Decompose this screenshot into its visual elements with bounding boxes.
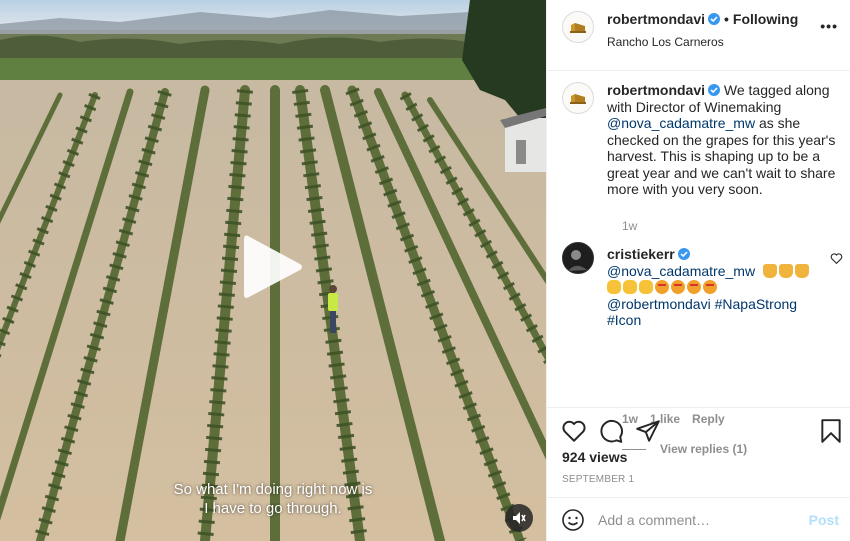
caption-text: robertmondavi We tagged along with Direc… [607, 82, 842, 198]
caption-username[interactable]: robertmondavi [607, 82, 705, 98]
clapping-emoji-icon [623, 280, 637, 295]
comment-input[interactable] [598, 509, 798, 531]
following-button[interactable]: Following [733, 11, 798, 27]
comments-section: robertmondavi We tagged along with Direc… [547, 72, 850, 456]
avatar[interactable] [562, 82, 594, 114]
post-side-panel: robertmondavi • Following Rancho Los Car… [546, 0, 850, 541]
robert-mondavi-logo-icon [570, 94, 586, 104]
subtitle-line: I have to go through. [204, 500, 342, 517]
avatar[interactable] [562, 242, 594, 274]
star-struck-emoji-icon [687, 280, 701, 295]
verified-badge-icon [708, 84, 721, 96]
star-struck-emoji-icon [671, 280, 685, 295]
post-date[interactable]: SEPTEMBER 1 [562, 474, 634, 485]
hashtag-link[interactable]: #NapaStrong [715, 296, 798, 312]
more-options-icon[interactable]: ••• [820, 18, 838, 34]
header-names: robertmondavi • Following Rancho Los Car… [607, 10, 798, 49]
hashtag-link[interactable]: #Icon [607, 312, 641, 328]
mute-button[interactable] [505, 504, 533, 532]
verified-badge-icon [708, 13, 721, 25]
location-link[interactable]: Rancho Los Carneros [607, 35, 798, 49]
verified-badge-icon [677, 248, 690, 260]
view-count[interactable]: 924 views [562, 449, 627, 465]
star-struck-emoji-icon [655, 280, 669, 295]
profile-photo-icon [563, 243, 593, 273]
mention-link[interactable]: @nova_cadamatre_mw [607, 115, 755, 131]
smiley-icon[interactable] [561, 508, 585, 532]
star-struck-emoji-icon [703, 280, 717, 295]
add-comment-bar: Post [547, 497, 850, 541]
header-username[interactable]: robertmondavi [607, 11, 705, 27]
mention-link[interactable]: @nova_cadamatre_mw [607, 263, 755, 280]
comment-username[interactable]: cristiekerr [607, 246, 675, 262]
clapping-emoji-icon [639, 280, 653, 295]
avatar[interactable] [562, 11, 594, 43]
share-icon[interactable] [635, 418, 661, 444]
post-header: robertmondavi • Following Rancho Los Car… [547, 0, 850, 71]
caption-timestamp[interactable]: 1w [622, 219, 637, 233]
post-video[interactable]: So what I'm doing right now is I have to… [0, 0, 546, 541]
clapping-emoji-icon [607, 280, 621, 295]
bookmark-icon[interactable] [818, 418, 844, 444]
robert-mondavi-logo-icon [570, 23, 586, 33]
comment-icon[interactable] [598, 418, 624, 444]
heart-icon[interactable] [561, 418, 587, 444]
video-subtitles: So what I'm doing right now is I have to… [0, 480, 546, 518]
play-icon[interactable] [240, 232, 306, 302]
mute-icon [513, 512, 526, 524]
mention-link[interactable]: @robertmondavi [607, 296, 711, 312]
post-button[interactable]: Post [809, 512, 839, 528]
comment-like-heart-icon[interactable] [830, 252, 843, 265]
raised-hands-emoji-icon [763, 263, 778, 278]
subtitle-line: So what I'm doing right now is [173, 481, 373, 498]
raised-hands-emoji-icon [795, 263, 810, 278]
post-actions: 924 views SEPTEMBER 1 [547, 407, 850, 497]
comment-text: cristiekerr @nova_cadamatre_mw @robertmo… [607, 246, 812, 329]
raised-hands-emoji-icon [779, 263, 794, 278]
separator-dot: • [724, 11, 729, 27]
